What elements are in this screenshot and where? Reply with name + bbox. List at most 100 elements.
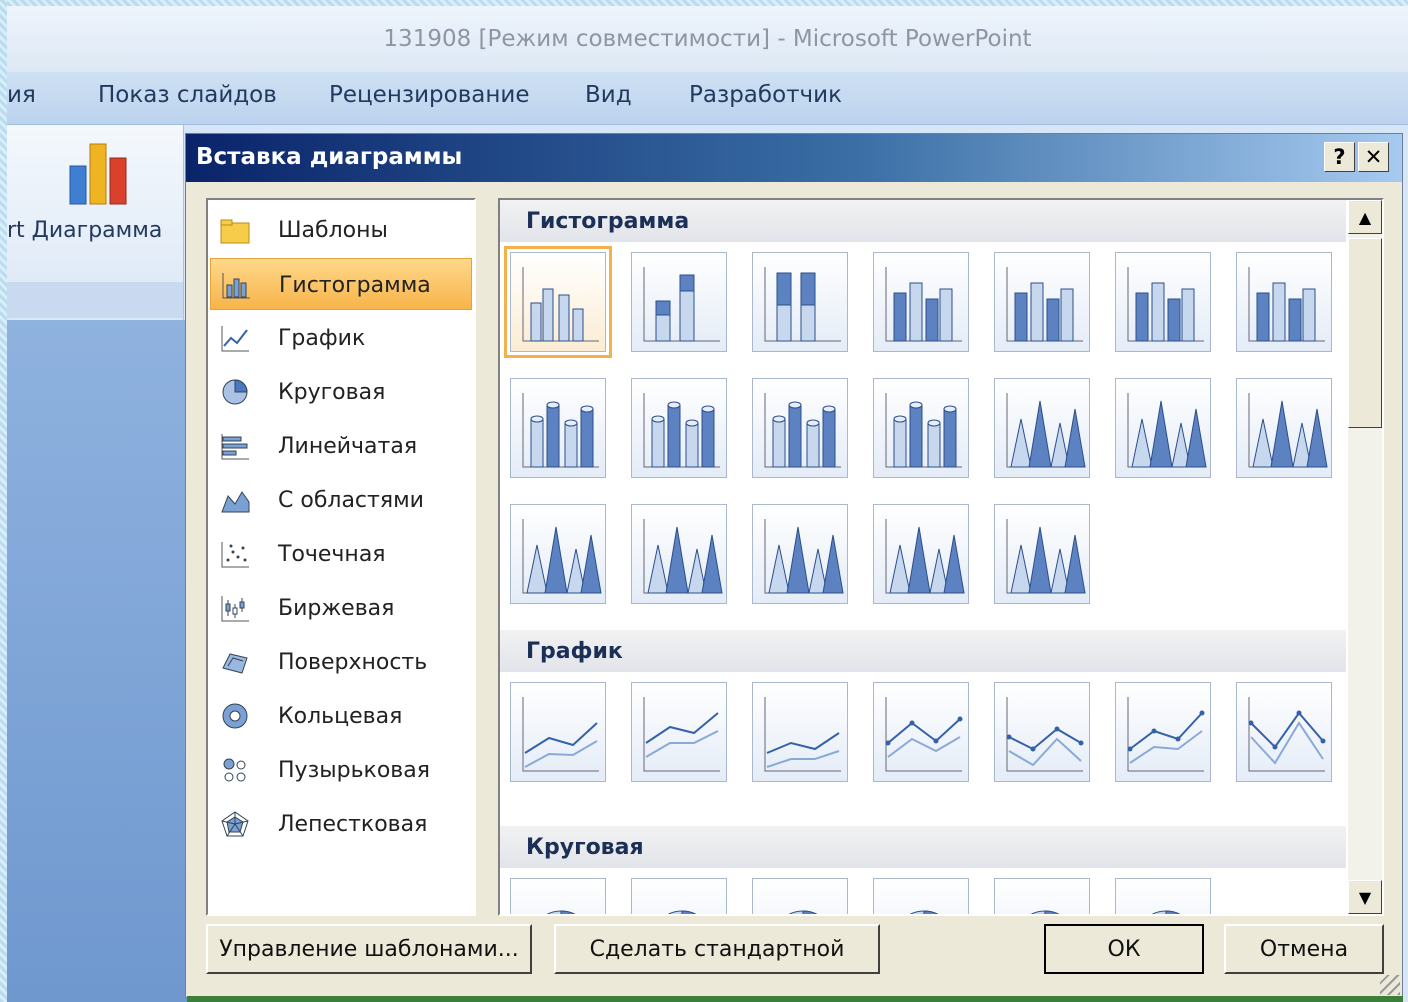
chart-type-thumbnail[interactable] [1115, 378, 1211, 478]
chart-type-thumbnail[interactable] [1236, 682, 1332, 782]
chart-type-thumbnail[interactable] [752, 378, 848, 478]
chart-type-thumbnail[interactable] [994, 252, 1090, 352]
set-default-button[interactable]: Сделать стандартной [554, 924, 880, 974]
manage-templates-button[interactable]: Управление шаблонами... [206, 924, 532, 974]
tab-partial[interactable]: ия [7, 82, 36, 108]
cone-chart-preview-icon [1127, 393, 1207, 468]
chart-category-item[interactable]: Гистограмма [210, 258, 472, 310]
tab-view[interactable]: Вид [585, 82, 632, 108]
chart-category-item[interactable]: С областями [210, 474, 472, 526]
chart-type-thumbnail[interactable] [1115, 682, 1211, 782]
chart-category-item[interactable]: Шаблоны [210, 204, 472, 256]
cancel-button[interactable]: Отмена [1224, 924, 1384, 974]
chart-type-thumbnail[interactable] [752, 504, 848, 604]
chart-category-item[interactable]: Биржевая [210, 582, 472, 634]
scroll-thumb[interactable] [1348, 238, 1382, 428]
line-chart-preview-icon [1006, 697, 1084, 772]
chart-category-item[interactable]: Круговая [210, 366, 472, 418]
chart-type-thumbnail[interactable] [873, 504, 969, 604]
gallery-section-header: График [500, 630, 1346, 672]
tab-slideshow[interactable]: Показ слайдов [98, 82, 277, 108]
chart-category-item[interactable]: Пузырьковая [210, 744, 472, 796]
chart-gallery: Гистограмма График Круговая ▲ ▼ [498, 198, 1384, 916]
chart-category-item[interactable]: Поверхность [210, 636, 472, 688]
chart-category-label: Поверхность [278, 650, 428, 675]
window-title: 131908 [Режим совместимости] - Microsoft… [383, 26, 1032, 52]
tab-review[interactable]: Рецензирование [329, 82, 530, 108]
chart-type-thumbnail[interactable] [510, 682, 606, 782]
chart-type-thumbnail[interactable] [631, 378, 727, 478]
chart-category-item[interactable]: Точечная [210, 528, 472, 580]
chart-category-item[interactable]: Кольцевая [210, 690, 472, 742]
cone-chart-preview-icon [885, 519, 965, 594]
chart-category-label: Пузырьковая [278, 758, 430, 783]
col-chart-preview-icon [885, 267, 962, 342]
chart-category-label: С областями [278, 488, 424, 513]
chart-type-thumbnail[interactable] [994, 878, 1090, 914]
chart-type-thumbnail[interactable] [873, 682, 969, 782]
help-button[interactable]: ? [1324, 142, 1355, 172]
line-chart-preview-icon [522, 697, 599, 772]
ribbon-group-footer [7, 282, 183, 318]
chart-type-thumbnail[interactable] [994, 504, 1090, 604]
chart-category-label: Кольцевая [278, 704, 403, 729]
chart-type-thumbnail[interactable] [873, 252, 969, 352]
chart-type-thumbnail[interactable] [1236, 252, 1332, 352]
ok-label: ОК [1107, 936, 1141, 962]
chart-type-thumbnail[interactable] [1115, 252, 1211, 352]
chart-type-thumbnail[interactable] [631, 878, 727, 914]
bubble-chart-icon [223, 758, 246, 782]
chart-button-icon[interactable] [68, 138, 134, 206]
chart-type-thumbnail[interactable] [1236, 378, 1332, 478]
line-chart-preview-icon [1248, 697, 1326, 772]
chart-button-label[interactable]: rt Диаграмма [7, 218, 162, 243]
chart-category-list: Шаблоны Гистограмма График Круговая Линейчат… [206, 198, 476, 916]
chart-type-thumbnail[interactable] [873, 378, 969, 478]
gallery-section-header: Круговая [500, 826, 1346, 868]
chart-category-label: График [278, 326, 366, 351]
pie-chart-icon [222, 379, 248, 405]
gallery-section-header: Гистограмма [500, 200, 1346, 242]
chart-type-thumbnail[interactable] [631, 682, 727, 782]
chart-type-thumbnail[interactable] [510, 504, 606, 604]
manage-templates-label: Управление шаблонами... [219, 936, 519, 962]
gallery-scrollbar[interactable]: ▲ ▼ [1348, 200, 1382, 914]
chart-type-thumbnail[interactable] [504, 246, 612, 358]
col-chart-preview-icon [522, 267, 599, 342]
chart-type-thumbnail[interactable] [631, 504, 727, 604]
chart-type-thumbnail[interactable] [510, 378, 606, 478]
chart-type-thumbnail[interactable] [510, 878, 606, 914]
pie-chart-preview-icon [788, 910, 818, 914]
app-background [7, 320, 187, 1002]
chart-type-thumbnail[interactable] [752, 682, 848, 782]
pie-chart-preview-icon [1151, 910, 1181, 914]
chart-category-item[interactable]: Лепестковая [210, 798, 472, 850]
close-button[interactable]: ✕ [1358, 142, 1389, 172]
chart-category-item[interactable]: График [210, 312, 472, 364]
cone-chart-preview-icon [1248, 393, 1328, 468]
scroll-down-button[interactable]: ▼ [1348, 880, 1382, 914]
chart-type-thumbnail[interactable] [873, 878, 969, 914]
chart-type-thumbnail[interactable] [1115, 878, 1211, 914]
chart-type-thumbnail[interactable] [752, 252, 848, 352]
chart-type-thumbnail[interactable] [994, 682, 1090, 782]
ok-button[interactable]: ОК [1044, 924, 1204, 974]
radar-chart-icon [221, 811, 249, 837]
dialog-title: Вставка диаграммы [196, 144, 463, 170]
dialog-title-bar: Вставка диаграммы ? ✕ [186, 134, 1402, 182]
area-chart-icon [221, 491, 250, 513]
resize-grip[interactable] [1380, 975, 1400, 995]
tab-developer[interactable]: Разработчик [689, 82, 842, 108]
chart-category-item[interactable]: Линейчатая [210, 420, 472, 472]
chart-type-thumbnail[interactable] [752, 878, 848, 914]
chart-category-label: Лепестковая [278, 812, 428, 837]
line-chart-preview-icon [1127, 697, 1205, 772]
col-chart-preview-icon [1006, 267, 1083, 342]
chart-type-thumbnail[interactable] [631, 252, 727, 352]
cyl-chart-preview-icon [522, 393, 599, 468]
pie-chart-preview-icon [909, 910, 939, 914]
scroll-up-button[interactable]: ▲ [1348, 200, 1382, 234]
chart-type-thumbnail[interactable] [994, 378, 1090, 478]
stock-chart-icon [221, 596, 249, 622]
slide-edge [187, 996, 1403, 1002]
